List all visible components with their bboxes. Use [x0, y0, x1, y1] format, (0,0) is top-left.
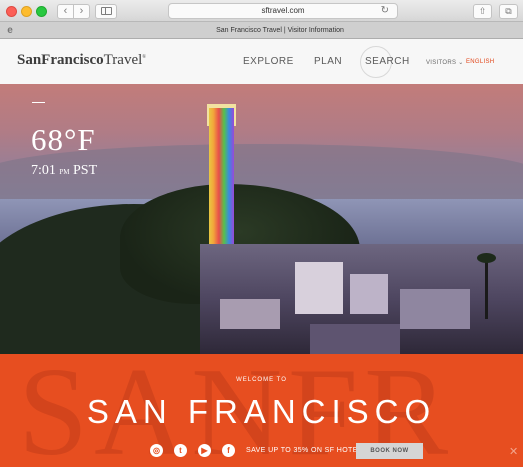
share-button[interactable]: ⇧	[473, 4, 492, 19]
local-time: 7:01 PM PST	[31, 163, 97, 179]
logo-bold-text: SanFrancisco	[17, 52, 104, 68]
minimize-window-button[interactable]	[21, 6, 32, 17]
timezone: PST	[73, 163, 98, 178]
time-suffix: PM	[59, 168, 70, 176]
logo-light-text: Travel	[103, 52, 143, 68]
tab-title[interactable]: San Francisco Travel | Visitor Informati…	[150, 24, 410, 37]
facebook-icon[interactable]: f	[222, 444, 235, 457]
browser-toolbar: ‹ › sftravel.com ↻ ⇧ ⧉	[0, 0, 523, 22]
hero-image: 68°F 7:01 PM PST	[0, 84, 523, 354]
chevron-down-icon: ⌄	[458, 60, 464, 66]
city-buildings	[200, 244, 523, 354]
palm-tree	[477, 253, 496, 319]
trademark-icon: ®	[142, 55, 147, 60]
twitter-icon[interactable]: t	[174, 444, 187, 457]
welcome-text: WELCOME TO	[236, 377, 287, 383]
nav-search[interactable]: SEARCH	[365, 56, 410, 67]
nav-plan[interactable]: PLAN	[314, 56, 342, 67]
share-icon: ⇧	[478, 6, 487, 16]
book-now-button[interactable]: BOOK NOW	[356, 443, 423, 459]
visitors-dropdown[interactable]: VISITORS ⌄	[426, 59, 464, 66]
tabs-icon: ⧉	[505, 6, 512, 16]
time-value: 7:01	[31, 163, 56, 178]
maximize-window-button[interactable]	[36, 6, 47, 17]
hotel-promo-text: SAVE UP TO 35% ON SF HOTELS	[246, 447, 368, 454]
forward-button[interactable]: ›	[73, 4, 90, 19]
city-title: SAN FRANCISCO	[86, 393, 437, 430]
site-logo[interactable]: SanFranciscoTravel®	[17, 52, 146, 69]
instagram-icon[interactable]: ◎	[150, 444, 163, 457]
chevron-right-icon: ›	[79, 5, 84, 17]
address-bar[interactable]: sftravel.com ↻	[168, 3, 398, 19]
url-text: sftravel.com	[261, 6, 305, 15]
back-button[interactable]: ‹	[57, 4, 74, 19]
chevron-left-icon: ‹	[63, 5, 68, 17]
visitors-label: VISITORS	[426, 60, 457, 66]
tab-bar: e San Francisco Travel | Visitor Informa…	[0, 22, 523, 39]
temperature: 68°F	[31, 122, 96, 157]
youtube-icon[interactable]: ▶	[198, 444, 211, 457]
language-selector[interactable]: ENGLISH	[466, 59, 494, 65]
sidebar-icon	[100, 7, 112, 15]
close-window-button[interactable]	[6, 6, 17, 17]
sidebar-button[interactable]	[95, 4, 117, 19]
tabs-overview-button[interactable]: ⧉	[499, 4, 518, 19]
welcome-banner: SANFR WELCOME TO SAN FRANCISCO ◎ t ▶ f S…	[0, 354, 523, 467]
reload-icon[interactable]: ↻	[381, 4, 389, 18]
weather-divider	[32, 102, 45, 103]
site-header: SanFranciscoTravel® EXPLORE PLAN SEARCH …	[0, 39, 523, 84]
coit-tower	[209, 108, 234, 244]
close-icon[interactable]: ✕	[509, 445, 518, 458]
site-favicon-icon: e	[7, 25, 13, 36]
nav-explore[interactable]: EXPLORE	[243, 56, 294, 67]
